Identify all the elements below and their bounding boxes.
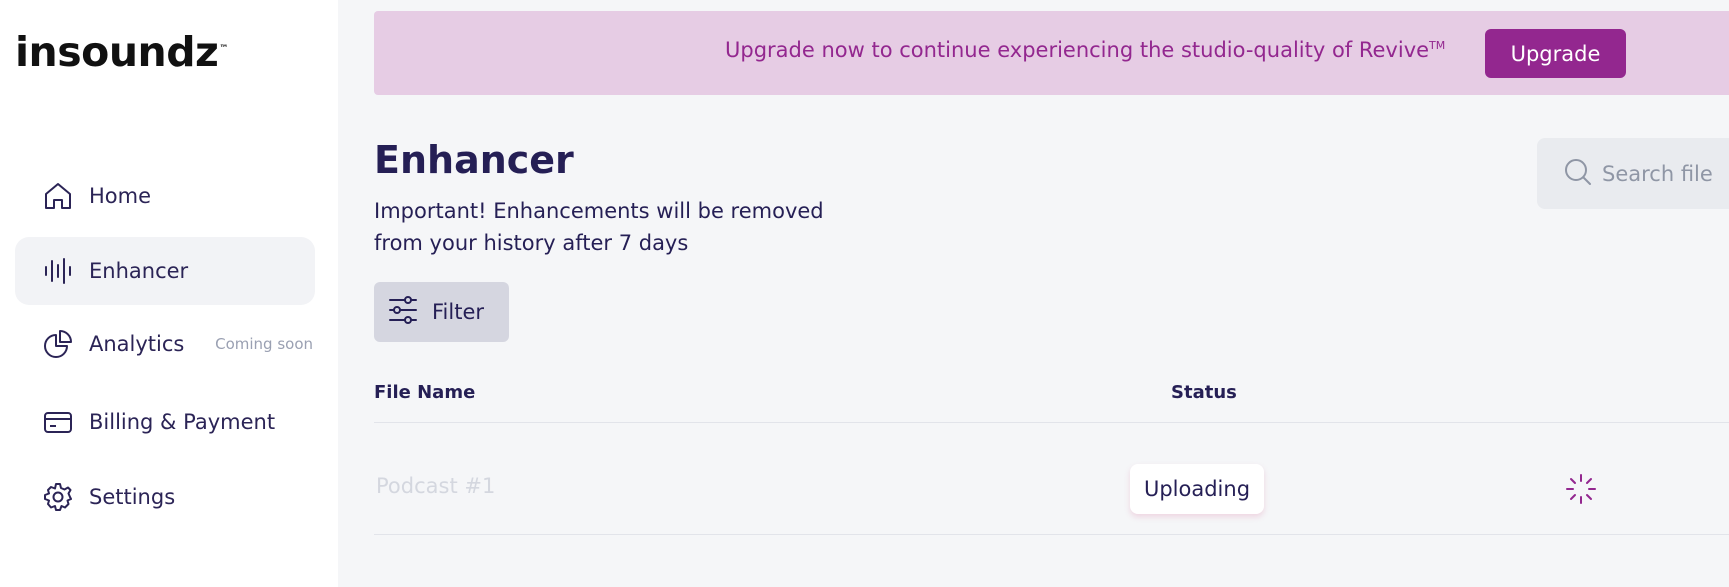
row-divider <box>374 534 1729 535</box>
upgrade-button[interactable]: Upgrade <box>1485 29 1626 78</box>
pie-chart-icon <box>42 328 74 360</box>
sliders-icon <box>388 295 418 329</box>
brand-name: insoundz <box>15 28 219 76</box>
search-placeholder: Search file <box>1602 161 1713 186</box>
home-icon <box>42 180 74 212</box>
banner-tm: TM <box>1429 39 1446 52</box>
upgrade-banner: Upgrade now to continue experiencing the… <box>374 11 1729 95</box>
search-input[interactable]: Search file <box>1537 138 1729 209</box>
column-header-file-name[interactable]: File Name <box>374 382 475 403</box>
column-header-status[interactable]: Status <box>1171 382 1237 403</box>
banner-message: Upgrade now to continue experiencing the… <box>725 38 1430 62</box>
loading-spinner-icon <box>1566 474 1596 504</box>
credit-card-icon <box>42 406 74 438</box>
sidebar-item-settings[interactable]: Settings <box>15 463 315 531</box>
filter-button[interactable]: Filter <box>374 282 509 342</box>
sidebar-item-enhancer[interactable]: Enhancer <box>15 237 315 305</box>
sidebar-item-label: Enhancer <box>89 259 189 283</box>
sidebar-item-billing[interactable]: Billing & Payment <box>15 388 315 456</box>
history-notice: Important! Enhancements will be removed … <box>374 199 824 255</box>
status-badge: Uploading <box>1130 464 1264 514</box>
gear-icon <box>42 481 74 513</box>
sidebar-item-home[interactable]: Home <box>15 162 315 230</box>
search-icon <box>1564 158 1592 190</box>
waveform-icon <box>42 255 74 287</box>
sidebar: insoundz™ Home Enhancer Analytics Coming… <box>0 0 338 587</box>
sidebar-item-label: Billing & Payment <box>89 410 276 434</box>
coming-soon-badge: Coming soon <box>215 335 313 353</box>
filter-label: Filter <box>432 300 485 324</box>
banner-text: Upgrade now to continue experiencing the… <box>725 38 1445 62</box>
page-title: Enhancer <box>374 138 574 182</box>
sidebar-item-label: Settings <box>89 485 176 509</box>
header-divider <box>374 422 1729 423</box>
sidebar-item-label: Home <box>89 184 152 208</box>
sidebar-item-analytics[interactable]: Analytics Coming soon <box>15 310 315 378</box>
brand-logo[interactable]: insoundz™ <box>15 28 228 76</box>
file-name-cell: Podcast #1 <box>376 474 496 498</box>
sidebar-item-label: Analytics <box>89 332 185 356</box>
brand-tm: ™ <box>219 44 228 54</box>
